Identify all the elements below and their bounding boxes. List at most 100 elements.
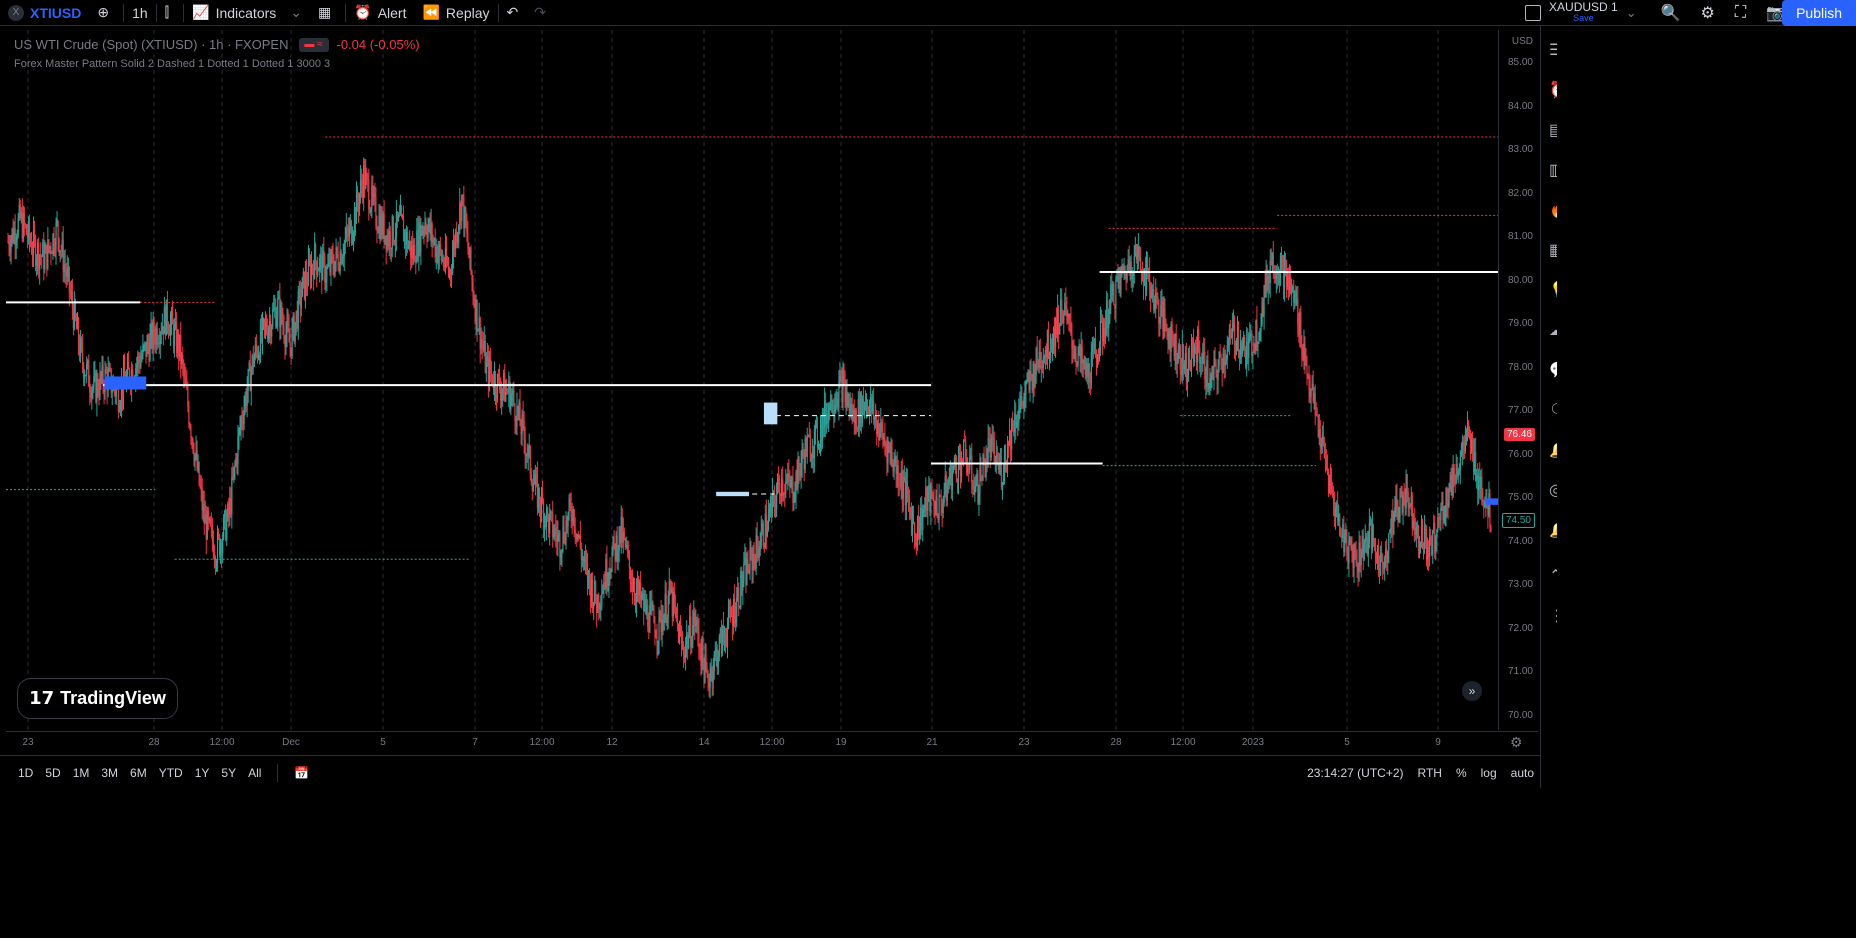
candle-body — [880, 421, 882, 433]
chevron-down-icon[interactable]: ⌄ — [1626, 5, 1637, 21]
candle-body — [268, 328, 270, 339]
candle-body — [726, 625, 729, 644]
candle-body — [928, 484, 930, 491]
compare-add-button[interactable]: ⊕ — [89, 0, 123, 26]
candle-body — [361, 179, 363, 186]
chats-icon[interactable]: 💬 — [1549, 360, 1557, 382]
legend-toggle-icon[interactable]: ▬ ≈ — [298, 37, 329, 52]
range-button-6m[interactable]: 6M — [124, 766, 153, 780]
candle-body — [36, 260, 38, 266]
time-axis[interactable]: 23 28 12:00 Dec 5 7 12:00 12 14 12:00 19 21 23 28 12:0… — [6, 731, 1538, 754]
data-window-icon[interactable]: ▤ — [1549, 120, 1557, 142]
candle-body — [759, 546, 761, 551]
candle-body — [1029, 371, 1031, 390]
undo-button[interactable]: ↶ — [499, 0, 527, 26]
candle-body — [84, 375, 86, 379]
alert-button[interactable]: ⏰ Alert — [346, 0, 414, 26]
fullscreen-icon[interactable]: ⛶ — [1735, 4, 1746, 22]
session-button[interactable]: RTH — [1418, 766, 1442, 780]
candle-body — [1257, 343, 1259, 347]
indicators-button[interactable]: 📈 Indicators ⌄ — [184, 0, 310, 26]
clock[interactable]: 23:14:27 (UTC+2) — [1307, 766, 1403, 780]
candle-body — [702, 638, 704, 661]
publish-button[interactable]: Publish — [1782, 0, 1856, 26]
calendar-icon[interactable]: ▦ — [1549, 240, 1557, 262]
axis-settings-gear-icon[interactable]: ⚙ — [1510, 734, 1523, 751]
candle-body — [454, 240, 456, 249]
candle-body — [162, 326, 164, 335]
layers-icon[interactable]: ⋮ — [1549, 606, 1557, 628]
saved-layout-button[interactable]: XAUDUSD 1 Save — [1549, 1, 1618, 24]
broadcast-icon[interactable]: ◎ — [1549, 480, 1557, 502]
candle-body — [984, 458, 986, 477]
pine-icon[interactable]: ⌃ — [1549, 566, 1557, 588]
candle-body — [778, 477, 780, 484]
price-axis[interactable]: USD 85.00 84.00 83.00 82.00 81.00 80.00 79.00 7… — [1498, 30, 1539, 730]
tradingview-logo[interactable]: 𝟭𝟳 TradingView — [17, 678, 178, 719]
chart-pane[interactable] — [6, 30, 1498, 730]
candle-body — [238, 429, 240, 437]
candle-body — [1073, 349, 1075, 356]
candle-body — [889, 445, 891, 454]
symbol-search-button[interactable]: X XTIUSD — [0, 0, 89, 26]
range-button-5d[interactable]: 5D — [39, 766, 66, 780]
ideas-icon[interactable]: 💡 — [1549, 280, 1557, 302]
candle-body — [891, 452, 893, 464]
percent-toggle[interactable]: % — [1456, 766, 1467, 780]
candle-body — [996, 454, 998, 463]
candle-body — [291, 327, 293, 357]
candle-body — [41, 256, 43, 258]
candle-body — [987, 438, 989, 464]
candle-body — [428, 219, 430, 228]
interval-button[interactable]: 1h — [124, 0, 156, 26]
candle-body — [169, 321, 172, 336]
range-button-5y[interactable]: 5Y — [215, 766, 242, 780]
alerts-icon[interactable]: ⏰ — [1549, 80, 1557, 102]
hotlists-icon[interactable]: 🔥 — [1549, 200, 1557, 222]
bell-icon[interactable]: 🔔 — [1549, 520, 1557, 542]
layout-checkbox[interactable] — [1525, 5, 1542, 21]
search-icon[interactable]: 🔍 — [1661, 3, 1681, 23]
hotlist-icon[interactable]: ▥ — [1549, 160, 1557, 182]
candle-body — [832, 411, 834, 413]
candle-body — [387, 234, 389, 246]
candle-body — [565, 520, 567, 544]
candle-body — [794, 495, 796, 501]
currency-label[interactable]: USD — [1512, 36, 1533, 47]
candle-body — [1040, 366, 1042, 368]
streams-icon[interactable]: ☁ — [1549, 320, 1557, 342]
replay-button[interactable]: ⏪ Replay — [414, 0, 497, 26]
scroll-to-realtime-icon[interactable]: » — [1462, 681, 1482, 701]
range-button-1m[interactable]: 1M — [67, 766, 96, 780]
candle-body — [842, 375, 844, 403]
candle-body — [879, 432, 881, 440]
gear-icon[interactable]: ⚙ — [1701, 3, 1715, 23]
watchlist-icon[interactable]: ☰ — [1549, 40, 1557, 62]
range-button-ytd[interactable]: YTD — [153, 766, 189, 780]
redo-button[interactable]: ↷ — [526, 0, 554, 26]
layouts-button[interactable]: ▦ — [310, 0, 345, 26]
candle-body — [282, 321, 284, 326]
indicator-legend[interactable]: Forex Master Pattern Solid 2 Dashed 1 Do… — [14, 58, 330, 70]
chart-type-button[interactable]: ⫿ — [157, 0, 183, 26]
candle-body — [1190, 339, 1193, 365]
candle-body — [1367, 543, 1369, 555]
range-button-1d[interactable]: 1D — [12, 766, 39, 780]
price-chart-svg[interactable] — [6, 30, 1498, 730]
candle-body — [184, 375, 186, 377]
candle-body — [333, 267, 335, 275]
auto-toggle[interactable]: auto — [1511, 766, 1534, 780]
notifications-icon[interactable]: 🔔 — [1549, 440, 1557, 462]
goto-date-icon[interactable]: 📅 — [288, 766, 315, 780]
candle-body — [1027, 376, 1029, 381]
candle-body — [234, 465, 236, 467]
range-button-all[interactable]: All — [242, 766, 267, 780]
candle-body — [1258, 332, 1260, 344]
candle-body — [1325, 459, 1328, 470]
messages-icon[interactable]: 🗨 — [1549, 400, 1557, 422]
candle-body — [500, 389, 502, 400]
log-toggle[interactable]: log — [1481, 766, 1497, 780]
candle-body — [1171, 323, 1173, 337]
range-button-1y[interactable]: 1Y — [189, 766, 216, 780]
range-button-3m[interactable]: 3M — [95, 766, 124, 780]
